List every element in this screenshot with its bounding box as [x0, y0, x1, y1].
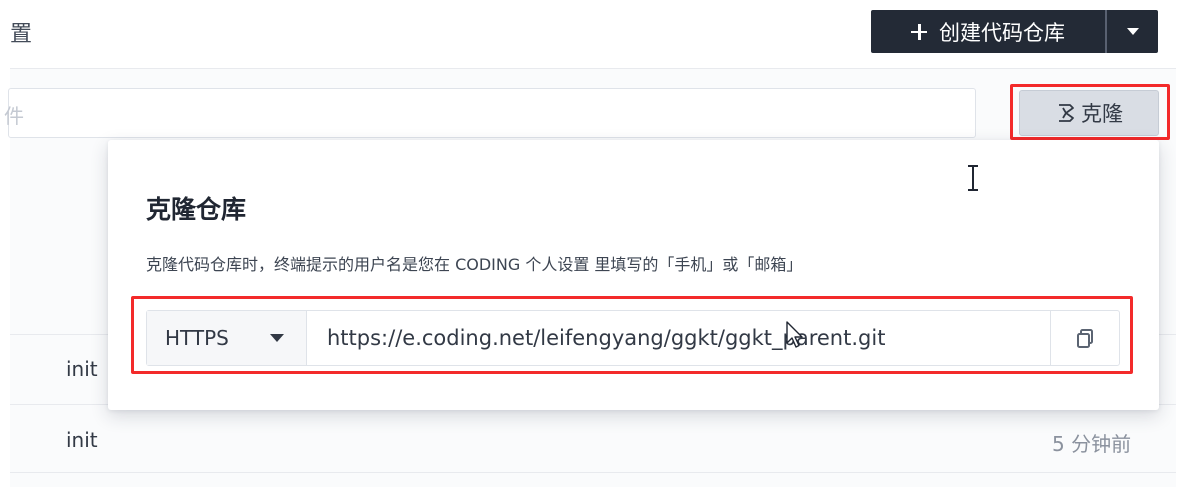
- copy-icon: [1077, 329, 1093, 348]
- copy-url-button[interactable]: [1050, 311, 1119, 365]
- clone-button[interactable]: 克隆: [1019, 90, 1159, 136]
- protocol-select[interactable]: HTTPS: [147, 311, 307, 365]
- clone-popover-title: 克隆仓库: [146, 195, 247, 224]
- list-item-message: init: [66, 428, 98, 452]
- create-repo-button[interactable]: 创建代码仓库: [871, 10, 1105, 53]
- list-item-message: init: [66, 357, 98, 381]
- clone-url-input[interactable]: [307, 311, 1050, 365]
- clone-button-label: 克隆: [1081, 102, 1123, 126]
- search-input[interactable]: [8, 88, 976, 138]
- clone-popover: [108, 140, 1159, 410]
- clone-icon: [1059, 104, 1074, 122]
- create-repo-button-group: 创建代码仓库: [871, 10, 1158, 53]
- page-title: 置: [10, 22, 33, 47]
- clone-popover-description: 克隆代码仓库时，终端提示的用户名是您在 CODING 个人设置 里填写的「手机」…: [146, 255, 803, 274]
- clone-url-group: HTTPS: [146, 310, 1120, 366]
- caret-down-icon: [270, 334, 284, 342]
- list-item-time: 5 分钟前: [1052, 432, 1132, 456]
- create-repo-label: 创建代码仓库: [939, 20, 1065, 45]
- caret-down-icon: [1126, 28, 1139, 35]
- search-placeholder: 件: [4, 104, 24, 128]
- text-cursor-icon: [968, 165, 978, 191]
- protocol-select-value: HTTPS: [165, 326, 229, 350]
- row-divider: [10, 472, 1176, 473]
- plus-icon: [911, 23, 927, 40]
- create-repo-menu-button[interactable]: [1107, 10, 1158, 53]
